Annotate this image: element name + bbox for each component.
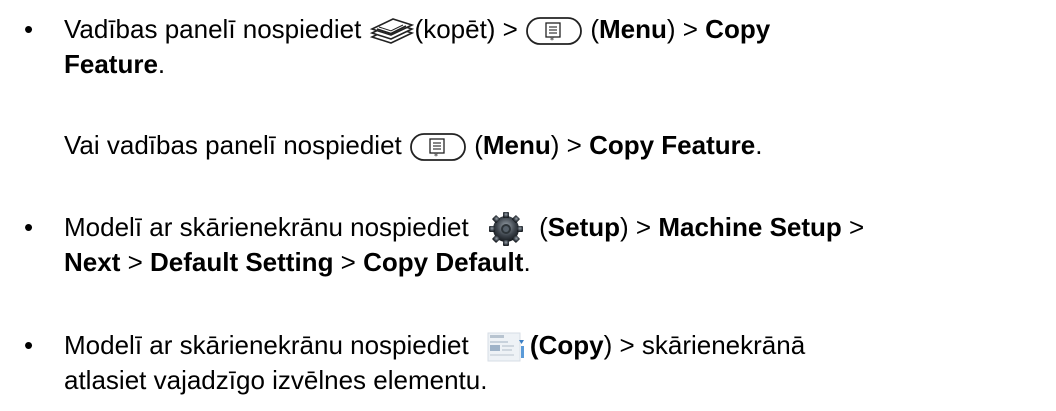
list-item-3: Modelī ar skārienekrānu nospiediet (Copy… [64, 328, 1054, 398]
item2-dot: . [523, 247, 531, 277]
bullet-1: • [24, 14, 34, 44]
svg-text:*: * [550, 36, 554, 45]
item1-alt-copy-feature: Copy Feature [589, 130, 756, 160]
item2-text: Modelī ar skārienekrānu nospiediet [64, 212, 476, 242]
item1-copy-label: (kopēt) > [414, 14, 526, 44]
copy-screen-icon [485, 330, 528, 365]
list-item-1: Vadības panelī nospiediet (kopēt) > * (M… [64, 12, 1054, 82]
item2-copy-default: Copy Default [363, 247, 524, 277]
item3-line2: atlasiet vajadzīgo izvēlnes elementu. [64, 365, 488, 395]
item1-gt: ) > [666, 14, 706, 44]
item2-line1: Modelī ar skārienekrānu nospiediet (Setu… [64, 210, 1054, 247]
item1-alt-text: Vai vadības panelī nospiediet [64, 130, 409, 160]
item2-default-setting: Default Setting [150, 247, 334, 277]
item1-alt-dot: . [755, 130, 763, 160]
item1-line1: Vadības panelī nospiediet (kopēt) > * (M… [64, 12, 1054, 47]
bullet-3: • [24, 330, 34, 360]
item1-text: Vadības panelī nospiediet [64, 14, 369, 44]
item3-line1: Modelī ar skārienekrānu nospiediet (Copy… [64, 328, 1054, 365]
list-item-2: Modelī ar skārienekrānu nospiediet (Setu… [64, 210, 1054, 280]
item3-post: ) > skārienekrānā [603, 330, 806, 360]
copy-icon [369, 17, 415, 45]
item1-copy-word: Copy [705, 14, 771, 44]
item1-dot: . [157, 49, 166, 79]
item2-next: Next [64, 247, 121, 277]
item2-gt2: > [841, 212, 865, 242]
item2-gt1: ) > [620, 212, 659, 242]
item3-copy: Copy [538, 330, 604, 360]
svg-text:*: * [434, 152, 438, 161]
item2-machine-setup: Machine Setup [658, 212, 842, 242]
item2-line2: Next > Default Setting > Copy Default. [64, 245, 1054, 280]
item1-line2: Feature. [64, 47, 1054, 82]
item1-feature-word: Feature [64, 49, 158, 79]
item1-menu-label: Menu [598, 14, 667, 44]
item2-setup: Setup [547, 212, 621, 242]
item1-alt-line: Vai vadības panelī nospiediet * (Menu) >… [64, 128, 1054, 163]
item1-alt-paren: ( [466, 130, 483, 160]
item1-paren: ( [583, 14, 599, 44]
list-item-1-alt: Vai vadības panelī nospiediet * (Menu) >… [64, 128, 1054, 163]
item1-alt-gt: ) > [550, 130, 590, 160]
item3-paren: ( [529, 330, 539, 360]
item2-paren: ( [531, 212, 548, 242]
setup-gear-icon [486, 212, 526, 247]
item2-gt4: > [333, 247, 364, 277]
bullet-2: • [24, 212, 34, 242]
menu-button-icon: * [409, 132, 467, 162]
item3-text: Modelī ar skārienekrānu nospiediet [64, 330, 476, 360]
item1-alt-menu: Menu [482, 130, 551, 160]
menu-button-icon: * [525, 16, 583, 46]
item2-gt3: > [120, 247, 150, 277]
